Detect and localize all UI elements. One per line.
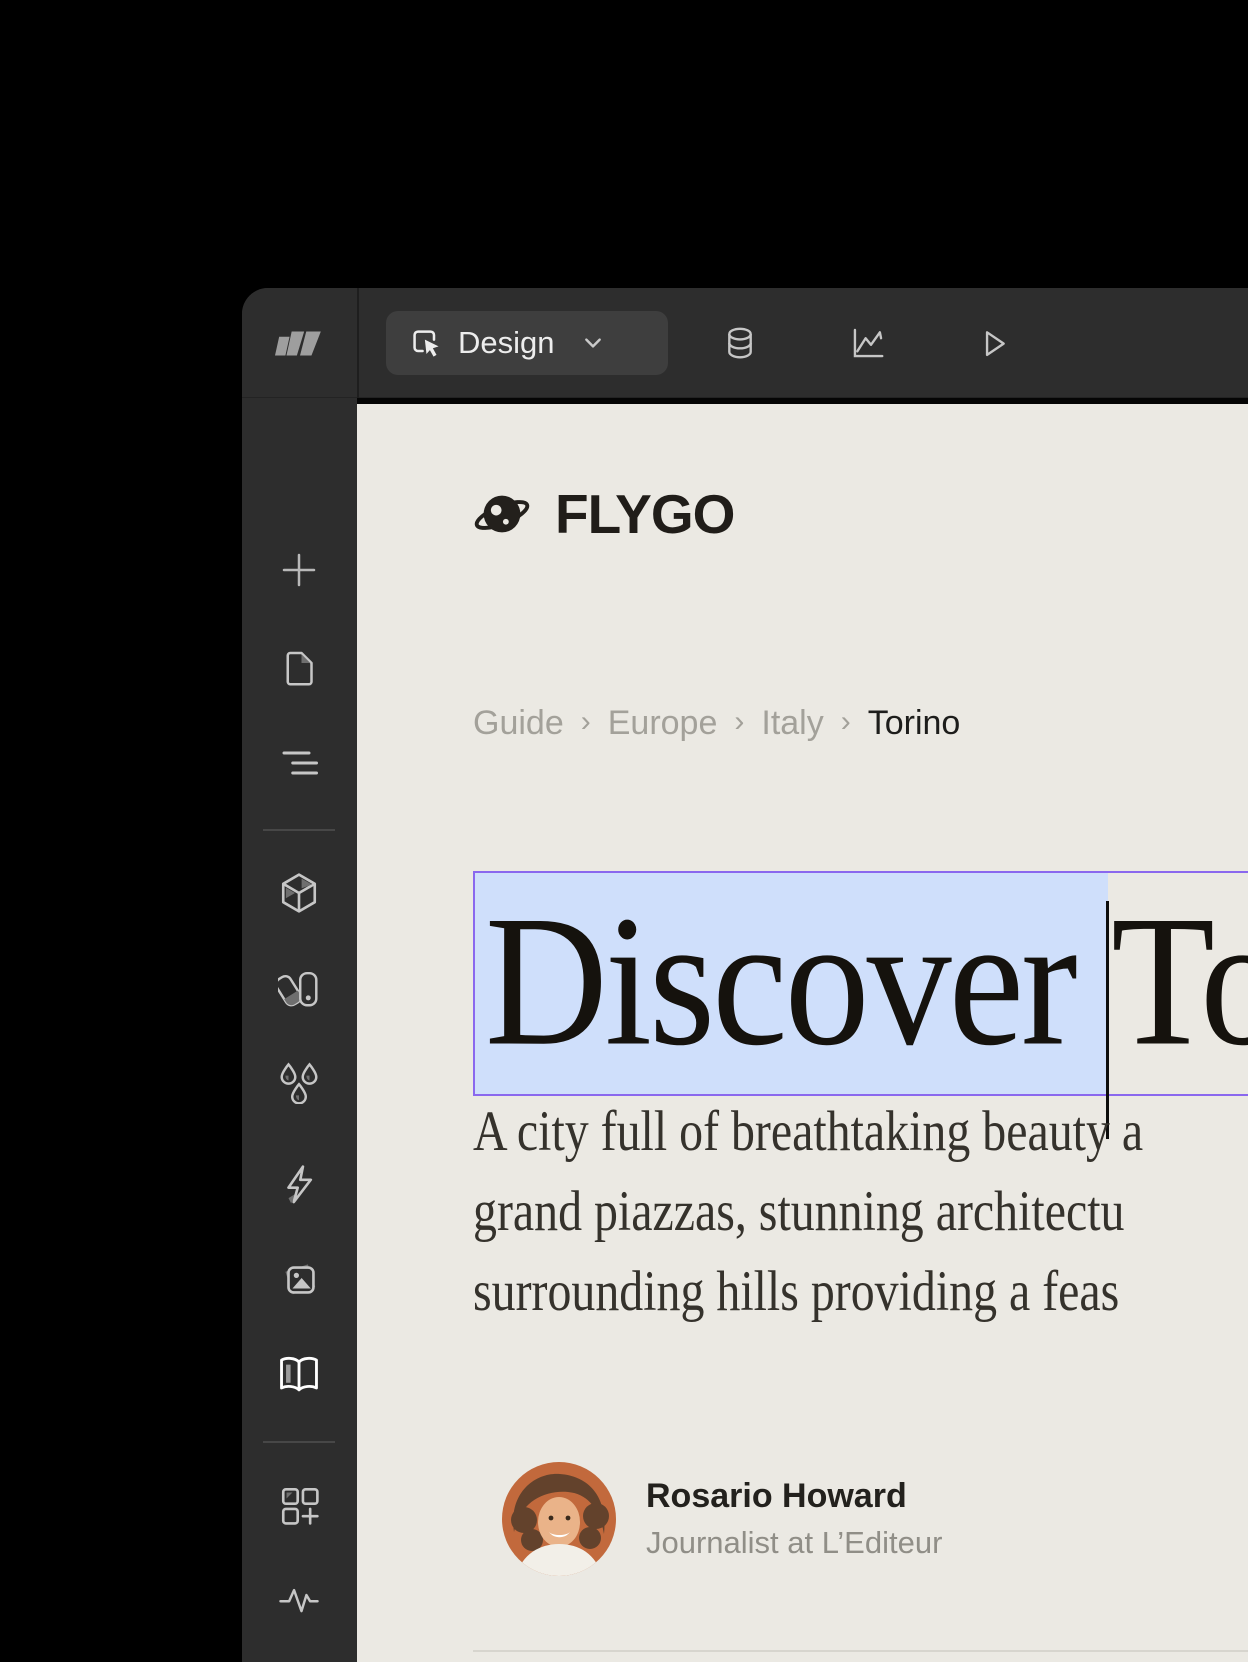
topbar: Design bbox=[242, 288, 1248, 398]
audit-pulse-icon bbox=[278, 1579, 320, 1621]
cms-database-button[interactable] bbox=[718, 321, 762, 365]
variables-drops-icon bbox=[278, 1062, 320, 1104]
cms-book-icon bbox=[277, 1353, 321, 1397]
breadcrumb-item[interactable]: Europe bbox=[608, 704, 718, 743]
webflow-w-logo-icon[interactable] bbox=[275, 320, 325, 366]
author-avatar-photo bbox=[502, 1462, 616, 1576]
app-window: Design bbox=[242, 288, 1248, 1662]
breadcrumb-separator: › bbox=[581, 705, 591, 743]
breadcrumb-item[interactable]: Italy bbox=[761, 704, 823, 743]
breadcrumb: Guide › Europe › Italy › Torino bbox=[473, 704, 960, 743]
breadcrumb-separator: › bbox=[734, 705, 744, 743]
preview-button[interactable] bbox=[971, 321, 1015, 365]
author-role: Journalist at L’Editeur bbox=[646, 1525, 942, 1561]
analytics-chart-icon bbox=[849, 324, 887, 362]
cms-collections-button[interactable] bbox=[277, 1353, 321, 1397]
chevron-down-icon bbox=[583, 336, 603, 350]
breadcrumb-item[interactable]: Guide bbox=[473, 704, 564, 743]
audit-button[interactable] bbox=[277, 1578, 321, 1622]
navigator-lines-icon bbox=[279, 743, 319, 783]
paragraph-line: surrounding hills providing a feas bbox=[473, 1252, 1248, 1332]
author-avatar bbox=[502, 1462, 616, 1576]
components-cube-icon bbox=[278, 872, 320, 914]
site-logo[interactable]: FLYGO bbox=[473, 482, 734, 546]
screenshot-stage: Design bbox=[0, 0, 1248, 1662]
add-element-button[interactable] bbox=[277, 548, 321, 592]
apps-button[interactable] bbox=[277, 1483, 321, 1527]
sidebar-divider bbox=[263, 1441, 335, 1443]
topbar-divider bbox=[357, 288, 359, 398]
planet-icon bbox=[473, 485, 531, 543]
paragraph-line: A city full of breathtaking beauty a bbox=[473, 1092, 1248, 1172]
style-swatches-icon bbox=[278, 967, 320, 1009]
pages-button[interactable] bbox=[277, 646, 321, 690]
left-toolbar bbox=[242, 398, 357, 1662]
components-button[interactable] bbox=[277, 871, 321, 915]
assets-image-icon bbox=[278, 1257, 320, 1299]
select-tool-cursor-icon bbox=[410, 327, 442, 359]
breadcrumb-item-active[interactable]: Torino bbox=[868, 704, 961, 743]
heading-element-selected[interactable]: Discover Torino bbox=[473, 871, 1248, 1096]
interactions-lightning-icon bbox=[278, 1164, 320, 1206]
variables-button[interactable] bbox=[277, 1061, 321, 1105]
add-plus-icon bbox=[279, 550, 319, 590]
paragraph-line: grand piazzas, stunning architectu bbox=[473, 1172, 1248, 1252]
pages-icon bbox=[279, 648, 319, 688]
brand-name: FLYGO bbox=[555, 482, 734, 546]
sidebar-divider bbox=[263, 829, 335, 831]
apps-grid-plus-icon bbox=[278, 1484, 320, 1526]
page-heading[interactable]: Discover Torino bbox=[485, 860, 1248, 1103]
author-block[interactable]: Rosario Howard Journalist at L’Editeur bbox=[502, 1462, 942, 1576]
design-mode-button[interactable]: Design bbox=[386, 311, 668, 375]
design-canvas[interactable]: FLYGO Guide › Europe › Italy › Torino Di… bbox=[357, 398, 1248, 1662]
navigator-button[interactable] bbox=[277, 741, 321, 785]
heading-rest-text: Torino bbox=[1111, 877, 1248, 1084]
design-mode-label: Design bbox=[458, 325, 555, 361]
author-text: Rosario Howard Journalist at L’Editeur bbox=[646, 1477, 942, 1561]
author-name: Rosario Howard bbox=[646, 1477, 942, 1516]
section-divider bbox=[473, 1650, 1248, 1652]
preview-play-icon bbox=[974, 324, 1012, 362]
style-panel-button[interactable] bbox=[277, 966, 321, 1010]
interactions-button[interactable] bbox=[277, 1163, 321, 1207]
intro-paragraph[interactable]: A city full of breathtaking beauty a gra… bbox=[473, 1092, 1248, 1332]
assets-button[interactable] bbox=[277, 1256, 321, 1300]
analytics-button[interactable] bbox=[846, 321, 890, 365]
cms-database-icon bbox=[721, 324, 759, 362]
heading-selected-text: Discover bbox=[485, 877, 1111, 1084]
breadcrumb-separator: › bbox=[841, 705, 851, 743]
